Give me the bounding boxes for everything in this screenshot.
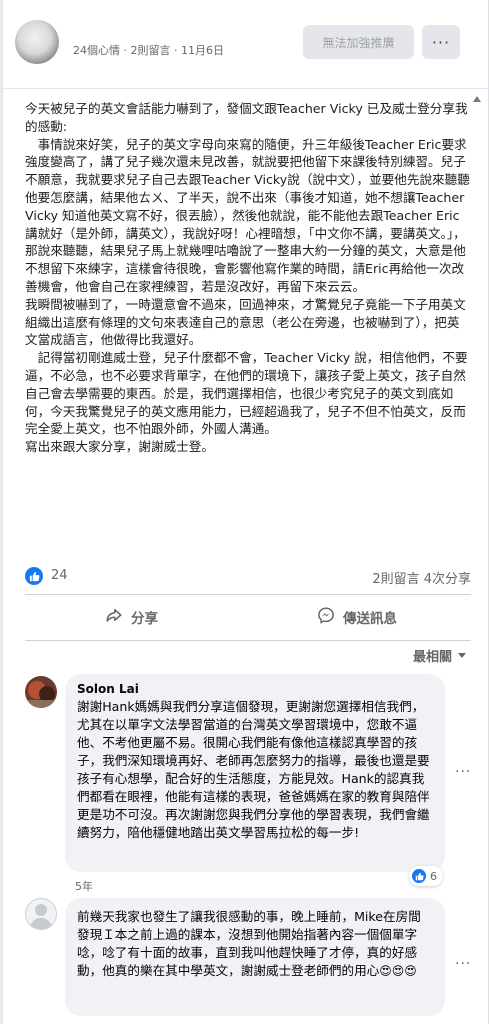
post-paragraph: 寫出來跟大家分享，謝謝威士登。 bbox=[25, 439, 214, 455]
post-actions: 分享 傳送訊息 bbox=[25, 598, 471, 638]
comment-sort-dropdown[interactable]: 最相關 bbox=[413, 646, 466, 665]
comment-text-content: 前幾天我家也發生了讓我很感動的事，晚上睡前，Mike在房間發現Ｉ本之前上過的課本… bbox=[77, 909, 421, 978]
reaction-count[interactable]: 24 bbox=[51, 568, 68, 583]
commenter-avatar[interactable] bbox=[25, 676, 57, 708]
post-paragraph: 事情說來好笑，兒子的英文字母向來寫的隨便，升三年級後Teacher Eric要求… bbox=[25, 136, 470, 294]
comment-bubble: 前幾天我家也發生了讓我很感動的事，晚上睡前，Mike在房間發現Ｉ本之前上過的課本… bbox=[65, 898, 445, 1016]
comment-share-stats[interactable]: 2則留言 4次分享 bbox=[372, 568, 471, 587]
page-avatar[interactable] bbox=[15, 20, 59, 64]
share-label: 分享 bbox=[131, 611, 158, 627]
comment-text: 前幾天我家也發生了讓我很感動的事，晚上睡前，Mike在房間發現Ｉ本之前上過的課本… bbox=[77, 908, 433, 980]
chevron-down-icon bbox=[458, 653, 466, 658]
like-reaction-icon bbox=[412, 869, 426, 883]
heart-eyes-emoji: 😍😍😍 bbox=[379, 964, 417, 978]
comment-text: 謝謝Hank媽媽與我們分享這個發現，更謝謝您選擇相信我們，尤其在以單字文法學習當… bbox=[77, 699, 430, 840]
sort-label: 最相關 bbox=[412, 650, 452, 665]
divider bbox=[25, 594, 471, 595]
boost-post-button[interactable]: 無法加強推廣 bbox=[303, 25, 414, 59]
comment-reaction-count[interactable]: 6 bbox=[409, 866, 443, 886]
post-paragraph: 今天被兒子的英文會話能力嚇到了，發個文跟Teacher Vicky 已及威士登分… bbox=[25, 101, 468, 134]
send-message-button[interactable]: 傳送訊息 bbox=[317, 598, 397, 636]
post-text: 今天被兒子的英文會話能力嚇到了，發個文跟Teacher Vicky 已及威士登分… bbox=[25, 100, 471, 456]
divider bbox=[25, 640, 471, 641]
comment-bubble: Solon Lai 謝謝Hank媽媽與我們分享這個發現，更謝謝您選擇相信我們，尤… bbox=[65, 674, 445, 872]
like-reaction-icon[interactable] bbox=[25, 567, 43, 585]
post-paragraph: 我瞬間被嚇到了，一時還意會不過來，回過神來，才驚覺兒子竟能一下子用英文組織出這麼… bbox=[25, 296, 466, 348]
post-paragraph: 記得當初剛進威士登，兒子什麼都不會，Teacher Vicky 說，相信他們，不… bbox=[25, 350, 468, 437]
send-message-label: 傳送訊息 bbox=[343, 611, 397, 627]
share-button[interactable]: 分享 bbox=[105, 598, 158, 636]
post-header: 24個心情 · 2則留言 · 11月6日 無法加強推廣 ··· bbox=[3, 0, 488, 89]
comment-options-icon[interactable]: ··· bbox=[455, 956, 471, 972]
post-meta: 24個心情 · 2則留言 · 11月6日 bbox=[73, 44, 224, 57]
commenter-name[interactable]: Solon Lai bbox=[77, 682, 433, 696]
comment-timestamp[interactable]: 5年 bbox=[75, 878, 93, 894]
comment-options-icon[interactable]: ··· bbox=[455, 764, 471, 780]
scroll-up-icon[interactable] bbox=[473, 96, 481, 102]
reaction-summary: 24 2則留言 4次分享 bbox=[25, 565, 471, 587]
share-icon bbox=[105, 606, 123, 628]
post-card: 24個心情 · 2則留言 · 11月6日 無法加強推廣 ··· 今天被兒子的英文… bbox=[2, 0, 489, 1024]
more-options-button[interactable]: ··· bbox=[422, 25, 460, 59]
comment-reaction-number: 6 bbox=[430, 869, 437, 883]
commenter-avatar[interactable] bbox=[25, 898, 57, 930]
messenger-icon bbox=[317, 606, 335, 628]
